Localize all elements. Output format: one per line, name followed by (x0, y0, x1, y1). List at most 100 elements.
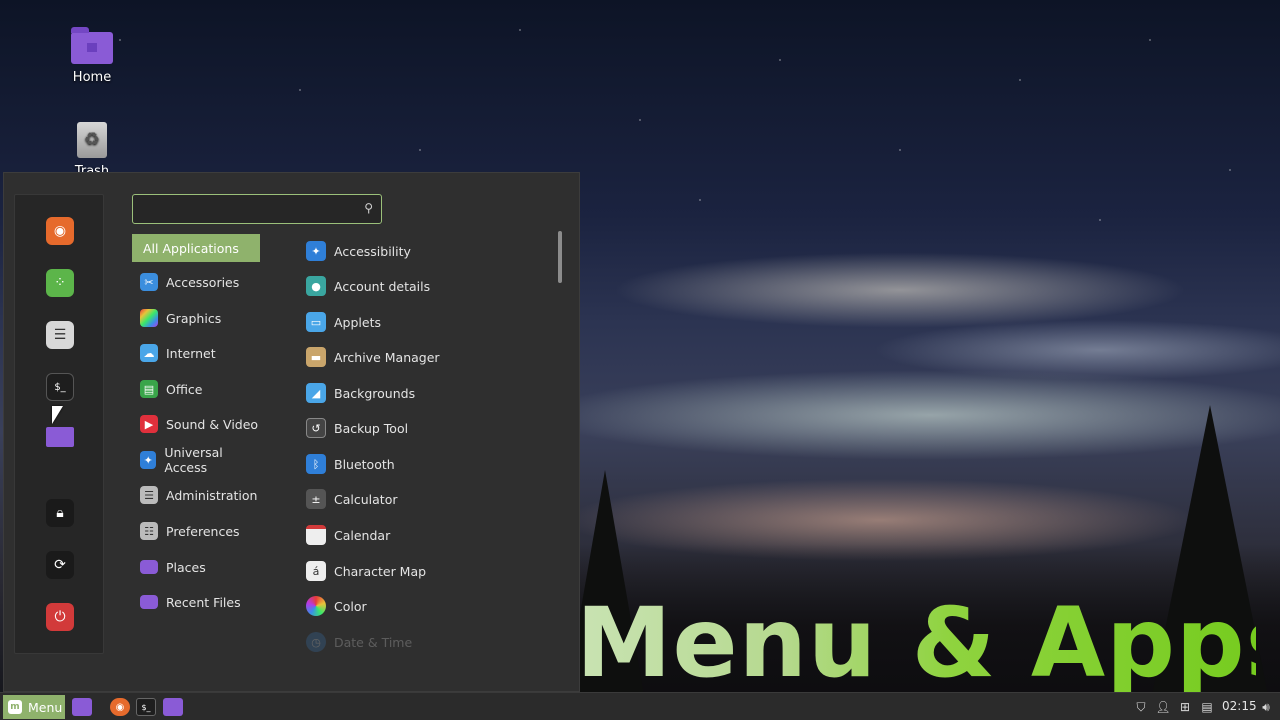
category-label: Sound & Video (166, 416, 259, 432)
app-label: Bluetooth (334, 456, 395, 472)
linux-mint-icon: m (8, 700, 22, 714)
category-accessories[interactable]: ✂ Accessories (132, 268, 260, 296)
category-all-applications[interactable]: All Applications (132, 234, 260, 262)
terminal-icon[interactable]: $_ (136, 698, 156, 716)
files-folder-icon[interactable] (163, 698, 183, 716)
app-label: Account details (334, 278, 431, 294)
archive-manager-icon: ▬ (306, 347, 326, 367)
app-backgrounds[interactable]: ◢ Backgrounds (302, 379, 547, 407)
category-sound-video[interactable]: ▶ Sound & Video (132, 410, 260, 438)
app-label: Backgrounds (334, 385, 416, 401)
calendar-icon (306, 525, 326, 545)
category-label: Accessories (166, 274, 240, 290)
category-preferences[interactable]: ☷ Preferences (132, 517, 260, 545)
show-desktop-icon[interactable] (72, 698, 92, 716)
power-icon[interactable]: ⏻ (46, 603, 74, 631)
category-graphics[interactable]: Graphics (132, 304, 260, 332)
office-icon: ▤ (140, 380, 158, 398)
sound-video-icon: ▶ (140, 415, 158, 433)
app-label: Archive Manager (334, 349, 440, 365)
app-backup-tool[interactable]: ↺ Backup Tool (302, 414, 547, 442)
application-menu: ◉ ⁘ ☰ $_ 🔒︎ ⟳ ⏻ ⚲ All Applications ✂ Acc… (3, 172, 580, 692)
app-color[interactable]: Color (302, 592, 547, 620)
folder-home-icon (71, 27, 113, 64)
logout-icon[interactable]: ⟳ (46, 551, 74, 579)
firefox-icon[interactable]: ◉ (110, 698, 130, 716)
category-label: Office (166, 381, 203, 397)
category-label: All Applications (143, 240, 239, 256)
app-label: Color (334, 598, 367, 614)
backgrounds-icon: ◢ (306, 383, 326, 403)
app-archive-manager[interactable]: ▬ Archive Manager (302, 343, 547, 371)
app-label: Accessibility (334, 243, 411, 259)
color-icon (306, 596, 326, 616)
account-details-icon: ● (306, 276, 326, 296)
backup-tool-icon: ↺ (306, 418, 326, 438)
desktop-icon-label: Home (72, 70, 112, 85)
character-map-icon: á (306, 561, 326, 581)
category-recent-files[interactable]: Recent Files (132, 588, 260, 616)
software-manager-icon[interactable]: ⁘ (46, 269, 74, 297)
date-time-icon: ◷ (306, 632, 326, 652)
app-label: Backup Tool (334, 420, 409, 436)
video-caption: Menu & Apps (576, 587, 1280, 699)
app-bluetooth[interactable]: ᛒ Bluetooth (302, 450, 547, 478)
category-places[interactable]: Places (132, 553, 260, 581)
places-folder-icon (140, 560, 158, 574)
favorites-panel: ◉ ⁘ ☰ $_ 🔒︎ ⟳ ⏻ (14, 194, 104, 654)
search-input[interactable] (133, 195, 353, 223)
search-icon[interactable]: ⚲ (364, 201, 373, 215)
settings-icon[interactable]: ☰ (46, 321, 74, 349)
category-internet[interactable]: ☁ Internet (132, 339, 260, 367)
administration-icon: ☰ (140, 486, 158, 504)
app-calendar[interactable]: Calendar (302, 521, 547, 549)
volume-icon[interactable]: 🔊︎ (1258, 697, 1274, 717)
internet-cloud-icon: ☁ (140, 344, 158, 362)
taskbar: m Menu ◉ $_ ⛉ 👤︎ ⊞ ▤ 02:15 🔊︎ (0, 692, 1280, 720)
calculator-icon: ± (306, 489, 326, 509)
universal-access-icon: ✦ (140, 451, 157, 469)
menu-button[interactable]: m Menu (3, 695, 65, 719)
user-icon[interactable]: 👤︎ (1155, 697, 1171, 717)
app-applets[interactable]: ▭ Applets (302, 308, 547, 336)
mouse-cursor-icon (52, 406, 63, 424)
desktop-icon-home[interactable]: Home (47, 27, 137, 85)
network-icon[interactable]: ⊞ (1177, 697, 1193, 717)
app-label: Applets (334, 314, 381, 330)
category-label: Places (166, 559, 206, 575)
category-label: Preferences (166, 523, 240, 539)
category-label: Administration (166, 487, 258, 503)
preferences-icon: ☷ (140, 522, 158, 540)
app-calculator[interactable]: ± Calculator (302, 485, 547, 513)
desktop-icon-trash[interactable]: ♻ Trash (47, 122, 137, 179)
app-label: Character Map (334, 563, 427, 579)
shield-icon[interactable]: ⛉ (1133, 697, 1149, 717)
terminal-icon[interactable]: $_ (46, 373, 74, 401)
graphics-icon (140, 309, 158, 327)
firefox-icon[interactable]: ◉ (46, 217, 74, 245)
category-label: Universal Access (164, 445, 223, 475)
app-date-time[interactable]: ◷ Date & Time (302, 628, 547, 656)
app-accessibility[interactable]: ✦ Accessibility (302, 237, 547, 265)
bluetooth-icon: ᛒ (306, 454, 326, 474)
category-universal-access[interactable]: ✦ Universal Access (132, 445, 260, 475)
category-label: Internet (166, 345, 216, 361)
folder-icon[interactable] (46, 427, 74, 447)
category-office[interactable]: ▤ Office (132, 375, 260, 403)
category-administration[interactable]: ☰ Administration (132, 481, 260, 509)
accessibility-icon: ✦ (306, 241, 326, 261)
lock-icon[interactable]: 🔒︎ (46, 499, 74, 527)
applets-icon: ▭ (306, 312, 326, 332)
app-label: Calendar (334, 527, 391, 543)
clock[interactable]: 02:15 (1222, 699, 1257, 713)
search-field[interactable]: ⚲ (132, 194, 382, 224)
app-account-details[interactable]: ● Account details (302, 272, 547, 300)
recent-files-icon (140, 595, 158, 609)
accessories-icon: ✂ (140, 273, 158, 291)
category-label: Recent Files (166, 594, 241, 610)
apps-scrollbar[interactable] (558, 231, 562, 283)
app-character-map[interactable]: á Character Map (302, 557, 547, 585)
trash-icon: ♻ (77, 122, 107, 158)
category-label: Graphics (166, 310, 222, 326)
clipboard-icon[interactable]: ▤ (1199, 697, 1215, 717)
